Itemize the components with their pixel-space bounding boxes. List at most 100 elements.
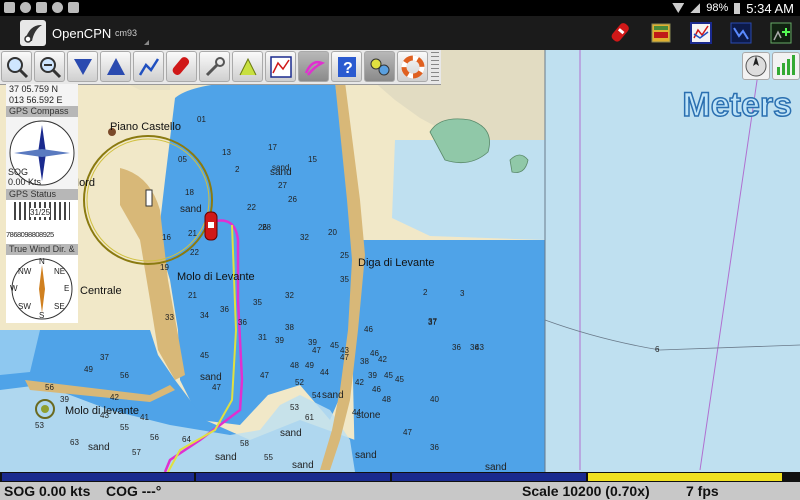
- chart-bar-segment-2[interactable]: [196, 473, 390, 481]
- chart-canvas[interactable]: Piano Castelloa NordMolo di LevanteDiga …: [0, 50, 800, 472]
- toolbar-grip[interactable]: [431, 52, 439, 82]
- depth-sounding: 47: [212, 383, 221, 392]
- depth-sounding: 13: [222, 148, 231, 157]
- add-waypoint-icon[interactable]: [768, 20, 794, 46]
- depth-sounding-south: 56: [150, 433, 159, 442]
- depth-sounding: 48: [290, 361, 299, 370]
- seabed-label: sand: [322, 390, 344, 401]
- zoom-in-button[interactable]: [1, 51, 32, 82]
- depth-sounding: 28: [262, 223, 271, 232]
- settings-button[interactable]: [199, 51, 230, 82]
- opencpn-logo-icon[interactable]: [20, 20, 46, 46]
- depth-sounding-south: 43: [100, 411, 109, 420]
- depth-sounding: 38: [285, 323, 294, 332]
- route-manager-icon[interactable]: [608, 20, 634, 46]
- own-ship-icon: [204, 211, 218, 241]
- chart-bar[interactable]: [0, 472, 800, 482]
- gps-status-icon[interactable]: [772, 52, 800, 80]
- gps-compass-dial: SOG 0.00 Kts: [6, 117, 78, 189]
- depth-sounding: 35: [253, 298, 262, 307]
- main-toolbar: ?: [0, 50, 441, 85]
- depth-sounding: 20: [328, 228, 337, 237]
- dashboard-panel: 37 05.759 N 013 56.592 E GPS Compass SOG…: [6, 84, 78, 323]
- status-footer: SOG 0.00 kts COG ---° Scale 10200 (0.70x…: [0, 482, 800, 500]
- depth-sounding: 45: [395, 375, 404, 384]
- wind-s: S: [39, 311, 45, 320]
- mob-button[interactable]: [397, 51, 428, 82]
- ais-targets-icon[interactable]: [648, 20, 674, 46]
- depth-sounding: 34: [200, 311, 209, 320]
- app-action-bar: OpenCPN cm93: [0, 16, 800, 50]
- depth-sounding-south: 39: [60, 395, 69, 404]
- depth-sounding-south: 57: [132, 448, 141, 457]
- nautical-chart[interactable]: Piano Castello a Nord Molo di Levante Diga …: [0, 50, 800, 472]
- tide-current-icon[interactable]: [728, 20, 754, 46]
- tracking-button[interactable]: [298, 51, 329, 82]
- dashboard-button[interactable]: [364, 51, 395, 82]
- depth-sounding: 36: [238, 318, 247, 327]
- chart-bar-segment-1[interactable]: [2, 473, 194, 481]
- depth-sounding-south: 55: [264, 453, 273, 462]
- depth-sounding: 32: [285, 291, 294, 300]
- depth-sounding: 27: [278, 181, 287, 190]
- help-button[interactable]: ?: [331, 51, 362, 82]
- depth-sounding: 48: [382, 395, 391, 404]
- mail-icon: [36, 2, 47, 13]
- depth-sounding: 45: [330, 341, 339, 350]
- depth-sounding: 40: [430, 395, 439, 404]
- depth-sounding: 22: [247, 203, 256, 212]
- text-toggle-button[interactable]: [232, 51, 263, 82]
- chart-bar-segment-3[interactable]: [392, 473, 586, 481]
- scale-in-button[interactable]: [67, 51, 98, 82]
- create-route-button[interactable]: [133, 51, 164, 82]
- depth-sounding: 25: [340, 251, 349, 260]
- image-icon: [68, 2, 79, 13]
- depth-sounding: 47: [312, 346, 321, 355]
- depth-sounding-south: 63: [70, 438, 79, 447]
- depth-sounding: 01: [197, 115, 206, 124]
- chart-quilting-icon[interactable]: [688, 20, 714, 46]
- wind-e: E: [64, 284, 70, 293]
- follow-ship-button[interactable]: [166, 51, 197, 82]
- depth-sounding: 36: [452, 343, 461, 352]
- chart-bar-segment-4[interactable]: [588, 473, 782, 481]
- depth-sounding: 42: [378, 355, 387, 364]
- zoom-out-button[interactable]: [34, 51, 65, 82]
- depth-sounding-south: 55: [120, 423, 129, 432]
- chrome-icon: [20, 2, 31, 13]
- depth-sounding: 36: [220, 305, 229, 314]
- depth-sounding-south: 54: [312, 391, 321, 400]
- depth-sounding-south: 49: [84, 365, 93, 374]
- notification-icon: [4, 2, 15, 13]
- longitude-value: 013 56.592 E: [9, 95, 63, 105]
- depth-sounding: 31: [258, 333, 267, 342]
- fps-readout: 7 fps: [686, 483, 719, 499]
- sog-readout: SOG 0.00 kts: [4, 483, 91, 499]
- depth-sounding: 44: [352, 408, 361, 417]
- ais-button[interactable]: [265, 51, 296, 82]
- depth-units-label: Meters: [682, 85, 793, 125]
- svg-text:?: ?: [343, 60, 353, 77]
- location-icon: [52, 2, 63, 13]
- depth-sounding: 45: [200, 351, 209, 360]
- depth-sounding: 33: [165, 313, 174, 322]
- wifi-icon: [672, 3, 685, 13]
- depth-sounding-south: 53: [290, 403, 299, 412]
- depth-sounding: 44: [320, 368, 329, 377]
- gps-status-numbers: 7868098808925: [6, 230, 54, 239]
- wind-w: W: [10, 284, 18, 293]
- wind-sw: SW: [18, 302, 31, 311]
- depth-sounding: 16: [162, 233, 171, 242]
- depth-sounding: 39: [275, 336, 284, 345]
- wind-n: N: [39, 257, 45, 266]
- depth-sounding: 42: [355, 378, 364, 387]
- wind-nw: NW: [18, 267, 32, 276]
- android-status-bar: 98% 5:34 AM: [0, 0, 800, 16]
- scale-out-button[interactable]: [100, 51, 131, 82]
- cog-readout: COG ---°: [106, 483, 162, 499]
- seabed-label: sand: [180, 204, 202, 215]
- depth-sounding-east: 2: [423, 288, 428, 297]
- depth-sounding: 22: [190, 248, 199, 257]
- north-up-icon[interactable]: [742, 52, 770, 80]
- dropdown-caret-icon[interactable]: [144, 40, 149, 45]
